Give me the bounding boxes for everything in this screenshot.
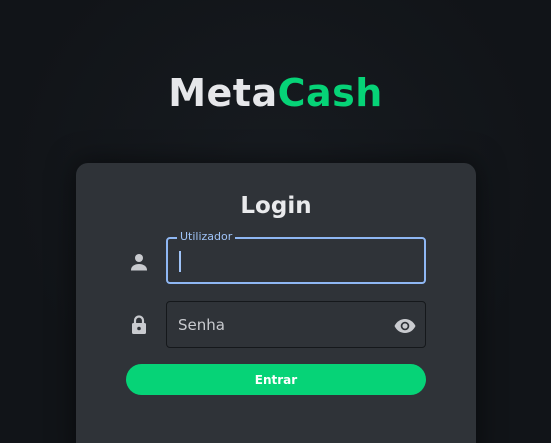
logo-text-meta: Meta (168, 71, 278, 115)
login-submit-button[interactable]: Entrar (126, 364, 426, 395)
password-input[interactable] (167, 302, 425, 347)
username-field: Utilizador (166, 230, 426, 284)
password-field (166, 301, 426, 348)
login-title: Login (240, 193, 312, 219)
app-logo: MetaCash (0, 70, 551, 116)
username-input[interactable] (168, 239, 424, 282)
logo-text-cash: Cash (277, 71, 383, 115)
person-icon (127, 250, 151, 274)
login-page: MetaCash Login Utilizador Entrar (0, 0, 551, 443)
lock-icon (127, 313, 151, 337)
eye-icon[interactable] (393, 314, 417, 338)
login-card: Login Utilizador Entrar (76, 163, 476, 443)
text-caret (179, 251, 181, 272)
